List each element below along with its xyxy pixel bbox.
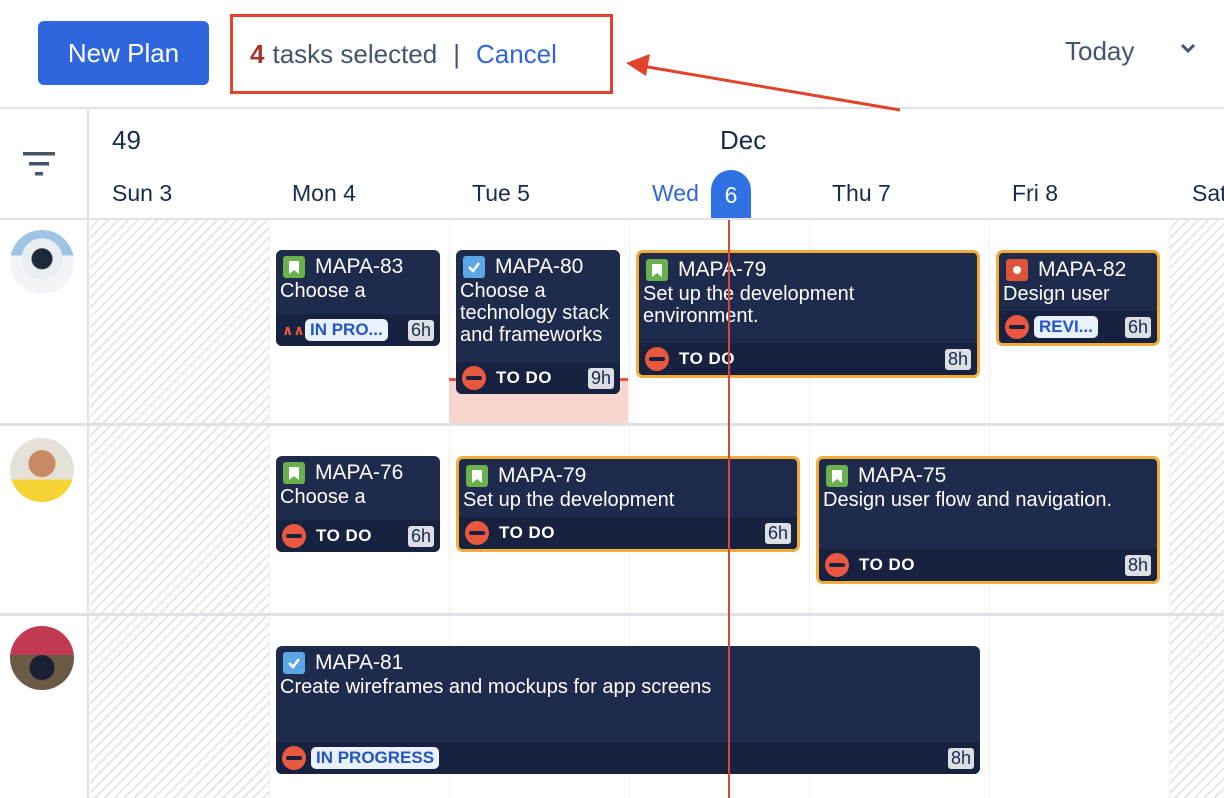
day-header-fri: Fri 8 <box>1012 180 1059 206</box>
task-card[interactable]: MAPA-80 Choose a technology stack and fr… <box>456 250 620 394</box>
task-title: Choose a technology stack and frameworks <box>460 280 609 346</box>
task-card-selected[interactable]: MAPA-75 Design user flow and navigation.… <box>816 456 1160 584</box>
card-footer: IN PROGRESS 8h <box>276 742 980 774</box>
story-icon <box>466 465 488 487</box>
priority-blocker-icon <box>1005 315 1029 339</box>
task-card[interactable]: MAPA-81 Create wireframes and mockups fo… <box>276 646 980 774</box>
priority-blocker-icon <box>282 524 306 548</box>
task-key: MAPA-82 <box>1038 258 1127 281</box>
task-card-selected[interactable]: MAPA-82 Design user REVI... 6h <box>996 250 1160 346</box>
story-icon <box>646 259 668 281</box>
story-icon <box>283 462 305 484</box>
estimate: 8h <box>1124 554 1151 576</box>
new-plan-button[interactable]: New Plan <box>38 21 209 85</box>
filter-icon[interactable] <box>22 150 56 178</box>
today-date-badge: 6 <box>711 170 751 218</box>
task-key: MAPA-80 <box>495 255 584 278</box>
status-label: TO DO <box>499 523 556 542</box>
week-number: 49 <box>112 125 141 155</box>
task-card-selected[interactable]: MAPA-79 Set up the development TO DO 6h <box>456 456 800 552</box>
day-header-sun: Sun 3 <box>112 180 173 206</box>
status-label: TO DO <box>679 349 736 368</box>
task-title: Set up the development <box>463 489 675 511</box>
status-badge: IN PROGRESS <box>311 747 440 769</box>
estimate: 6h <box>764 522 791 544</box>
task-title: Choose a <box>280 280 366 302</box>
task-key: MAPA-75 <box>858 464 947 487</box>
day-header-tue: Tue 5 <box>472 180 530 206</box>
task-title: Choose a <box>280 486 366 508</box>
status-badge: REVI... <box>1034 316 1098 338</box>
today-button[interactable]: Today <box>1065 36 1134 67</box>
status-label: TO DO <box>859 555 916 574</box>
task-title: Design user <box>1003 283 1110 305</box>
weekend-column-sun <box>90 220 269 798</box>
day-header-sat: Sat <box>1192 180 1224 206</box>
bug-icon <box>1006 259 1028 281</box>
column-divider <box>269 220 270 798</box>
priority-blocker-icon <box>462 366 486 390</box>
priority-blocker-icon <box>645 347 669 371</box>
card-footer: REVI... 6h <box>999 311 1157 343</box>
avatar[interactable] <box>10 230 74 294</box>
cancel-selection-link[interactable]: Cancel <box>476 39 557 70</box>
avatar[interactable] <box>10 626 74 690</box>
day-header-mon: Mon 4 <box>292 180 356 206</box>
filter-column <box>0 110 89 218</box>
task-title: Design user flow and navigation. <box>823 489 1113 511</box>
estimate: 9h <box>587 367 614 389</box>
card-footer: TO DO 9h <box>456 362 620 394</box>
column-divider <box>1169 220 1170 798</box>
task-card[interactable]: MAPA-83 Choose a ∧∧ IN PRO... 6h <box>276 250 440 346</box>
row-divider <box>0 613 1224 616</box>
priority-high-icon: ∧∧ <box>282 322 305 338</box>
current-time-line <box>728 220 730 798</box>
task-checkbox-icon <box>463 256 485 278</box>
annotation-arrow-icon <box>626 54 901 112</box>
priority-blocker-icon <box>825 553 849 577</box>
task-key: MAPA-83 <box>315 255 404 278</box>
card-footer: TO DO 6h <box>459 517 797 549</box>
weekend-column-sat <box>1170 220 1224 798</box>
estimate: 6h <box>1124 316 1151 338</box>
selected-text: tasks selected <box>272 38 438 69</box>
avatar[interactable] <box>10 438 74 502</box>
assignee-column <box>0 220 89 798</box>
card-footer: TO DO 8h <box>639 343 977 375</box>
status-badge: IN PRO... <box>305 319 388 341</box>
task-card[interactable]: MAPA-76 Choose a TO DO 6h <box>276 456 440 552</box>
task-key: MAPA-79 <box>678 258 767 281</box>
chevron-down-icon[interactable] <box>1180 42 1196 54</box>
task-key: MAPA-81 <box>315 651 404 674</box>
estimate: 8h <box>944 348 971 370</box>
toolbar: New Plan 4 tasks selected | Cancel Today <box>0 0 1224 112</box>
selected-count: 4 <box>250 38 265 69</box>
card-footer: ∧∧ IN PRO... 6h <box>276 314 440 346</box>
task-title: Set up the development environment. <box>643 283 855 327</box>
priority-blocker-icon <box>465 521 489 545</box>
story-icon <box>283 256 305 278</box>
status-label: TO DO <box>316 526 373 545</box>
task-key: MAPA-76 <box>315 461 404 484</box>
row-divider <box>0 423 1224 426</box>
story-icon <box>826 465 848 487</box>
estimate: 8h <box>947 747 974 769</box>
calendar-grid: MAPA-83 Choose a ∧∧ IN PRO... 6h MAPA-80 C… <box>0 220 1224 798</box>
priority-blocker-icon <box>282 746 306 770</box>
card-footer: TO DO 8h <box>819 549 1157 581</box>
estimate: 6h <box>407 525 434 547</box>
day-header-wed: Wed <box>652 180 699 206</box>
task-key: MAPA-79 <box>498 464 587 487</box>
task-checkbox-icon <box>283 652 305 674</box>
separator: | <box>453 38 460 69</box>
status-label: TO DO <box>496 368 553 387</box>
task-card-selected[interactable]: MAPA-79 Set up the development environme… <box>636 250 980 378</box>
card-footer: TO DO 6h <box>276 520 440 552</box>
selection-status: 4 tasks selected | Cancel <box>230 14 613 94</box>
estimate: 6h <box>407 319 434 341</box>
month-label: Dec <box>720 125 767 155</box>
day-header-thu: Thu 7 <box>832 180 891 206</box>
task-title: Create wireframes and mockups for app sc… <box>280 676 712 698</box>
